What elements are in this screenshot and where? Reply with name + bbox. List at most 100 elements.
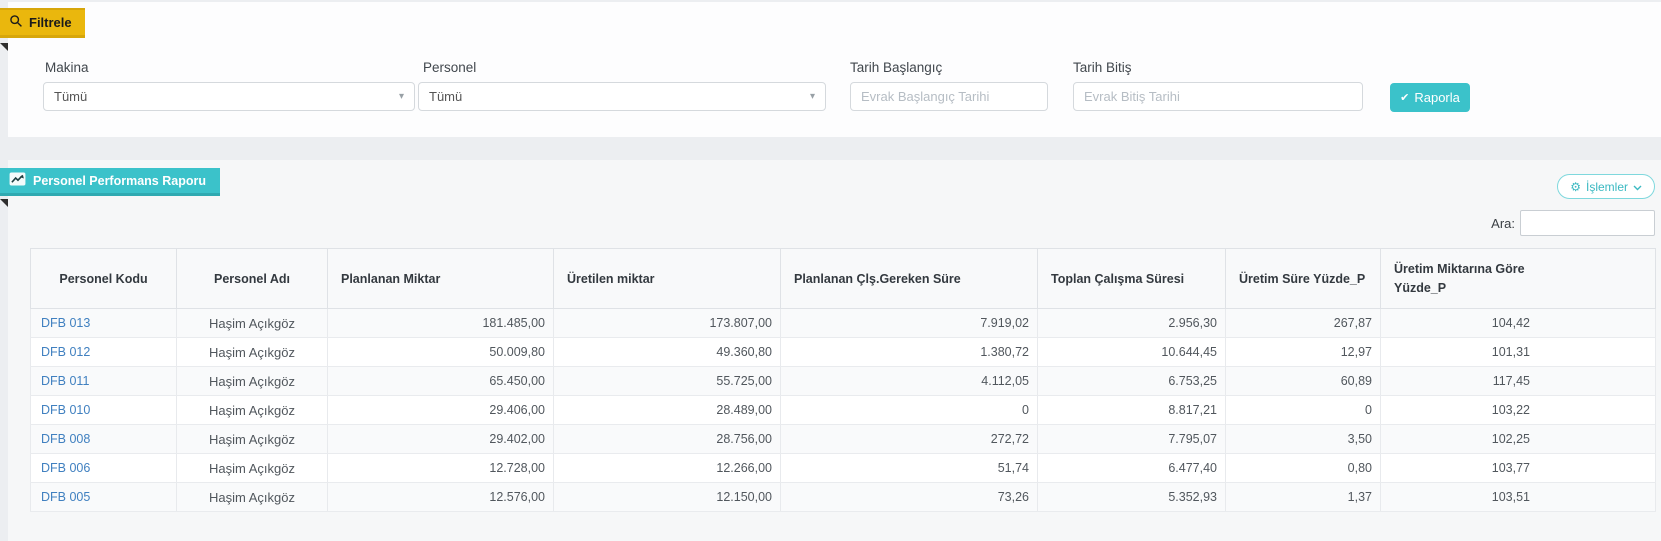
table-cell: 6.477,40 [1038,454,1226,483]
table-cell: 103,51 [1381,483,1656,512]
table-cell: 0 [781,396,1038,425]
table-cell: 272,72 [781,425,1038,454]
column-header[interactable]: Personel Adı [177,249,328,309]
table-cell: 117,45 [1381,367,1656,396]
table-cell: 73,26 [781,483,1038,512]
filter-panel: Filtrele Makina Tümü ▾ Personel Tümü ▾ T… [8,2,1661,137]
table-cell: 12.150,00 [554,483,781,512]
table-row: DFB 010Haşim Açıkgöz29.406,0028.489,0008… [31,396,1656,425]
filtrele-ribbon[interactable]: Filtrele [0,8,85,38]
table-cell: 4.112,05 [781,367,1038,396]
personel-select-value: Tümü [429,89,462,104]
table-row: DFB 006Haşim Açıkgöz12.728,0012.266,0051… [31,454,1656,483]
table-cell: DFB 013 [31,309,177,338]
table-cell: DFB 012 [31,338,177,367]
personel-kodu-link[interactable]: DFB 012 [41,345,90,359]
table-cell: 5.352,93 [1038,483,1226,512]
search-icon [9,14,23,31]
table-cell: 12.266,00 [554,454,781,483]
makina-label: Makina [45,60,89,75]
islemler-button[interactable]: ⚙ İşlemler [1557,174,1655,199]
search-input[interactable] [1520,210,1655,236]
ribbon-fold-corner [0,43,8,51]
table-cell: 102,25 [1381,425,1656,454]
raporla-button[interactable]: ✔ Raporla [1390,83,1470,112]
table-cell: 12,97 [1226,338,1381,367]
chevron-down-icon: ▾ [399,91,404,102]
performance-table: Personel KoduPersonel AdıPlanlanan Mikta… [30,248,1656,512]
table-cell: DFB 010 [31,396,177,425]
tarih-baslangic-label: Tarih Başlangıç [850,60,942,75]
tarih-bitis-label: Tarih Bitiş [1073,60,1132,75]
check-icon: ✔ [1400,91,1409,104]
table-cell: 103,22 [1381,396,1656,425]
chevron-down-icon [1633,180,1642,194]
table-cell: DFB 011 [31,367,177,396]
table-cell: Haşim Açıkgöz [177,309,328,338]
table-cell: Haşim Açıkgöz [177,338,328,367]
table-cell: DFB 005 [31,483,177,512]
islemler-button-label: İşlemler [1586,180,1628,194]
table-cell: 7.919,02 [781,309,1038,338]
table-cell: 65.450,00 [328,367,554,396]
table-cell: 12.728,00 [328,454,554,483]
personel-kodu-link[interactable]: DFB 008 [41,432,90,446]
table-cell: 51,74 [781,454,1038,483]
personel-kodu-link[interactable]: DFB 013 [41,316,90,330]
table-cell: 173.807,00 [554,309,781,338]
table-cell: 101,31 [1381,338,1656,367]
makina-select-value: Tümü [54,89,87,104]
table-cell: 104,42 [1381,309,1656,338]
personel-kodu-link[interactable]: DFB 010 [41,403,90,417]
table-cell: 1,37 [1226,483,1381,512]
table-cell: 0 [1226,396,1381,425]
table-cell: 29.402,00 [328,425,554,454]
table-cell: 1.380,72 [781,338,1038,367]
table-cell: 49.360,80 [554,338,781,367]
personel-kodu-link[interactable]: DFB 011 [41,374,89,388]
table-cell: 3,50 [1226,425,1381,454]
table-cell: DFB 008 [31,425,177,454]
table-cell: 2.956,30 [1038,309,1226,338]
column-header[interactable]: Üretilen miktar [554,249,781,309]
table-cell: 12.576,00 [328,483,554,512]
table-cell: 10.644,45 [1038,338,1226,367]
table-cell: 0,80 [1226,454,1381,483]
table-header-row: Personel KoduPersonel AdıPlanlanan Mikta… [31,249,1656,309]
table-cell: 55.725,00 [554,367,781,396]
line-chart-icon [9,172,26,189]
table-cell: DFB 006 [31,454,177,483]
column-header[interactable]: Üretim Süre Yüzde_P [1226,249,1381,309]
table-row: DFB 011 Haşim Açıkgöz65.450,0055.725,004.… [31,367,1656,396]
table-cell: 181.485,00 [328,309,554,338]
banner-fold-corner [0,199,8,207]
chevron-down-icon: ▾ [810,91,815,102]
table-cell: Haşim Açıkgöz [177,367,328,396]
personel-label: Personel [423,60,476,75]
table-row: DFB 013 Haşim Açıkgöz181.485,00173.807,00… [31,309,1656,338]
table-row: DFB 012Haşim Açıkgöz50.009,8049.360,801.… [31,338,1656,367]
table-cell: 6.753,25 [1038,367,1226,396]
report-title: Personel Performans Raporu [33,174,206,188]
table-cell: 8.817,21 [1038,396,1226,425]
search-label: Ara: [1491,216,1515,231]
table-row: DFB 008Haşim Açıkgöz29.402,0028.756,0027… [31,425,1656,454]
table-cell: 7.795,07 [1038,425,1226,454]
table-row: DFB 005Haşim Açıkgöz12.576,0012.150,0073… [31,483,1656,512]
tarih-bitis-input[interactable] [1073,82,1363,111]
column-header[interactable]: Planlanan Miktar [328,249,554,309]
tarih-baslangic-input[interactable] [850,82,1048,111]
personel-kodu-link[interactable]: DFB 006 [41,461,90,475]
table-cell: Haşim Açıkgöz [177,396,328,425]
makina-select[interactable]: Tümü ▾ [43,82,415,111]
column-header[interactable]: Personel Kodu [31,249,177,309]
report-title-banner: Personel Performans Raporu [0,168,220,196]
table-cell: 60,89 [1226,367,1381,396]
column-header[interactable]: Planlanan Çlş.Gereken Süre [781,249,1038,309]
column-header[interactable]: Toplan Çalışma Süresi [1038,249,1226,309]
personel-select[interactable]: Tümü ▾ [418,82,826,111]
personel-kodu-link[interactable]: DFB 005 [41,490,90,504]
column-header[interactable]: Üretim Miktarına Göre Yüzde_P [1381,249,1656,309]
filtrele-ribbon-label: Filtrele [29,15,72,30]
table-search: Ara: [1491,210,1655,236]
